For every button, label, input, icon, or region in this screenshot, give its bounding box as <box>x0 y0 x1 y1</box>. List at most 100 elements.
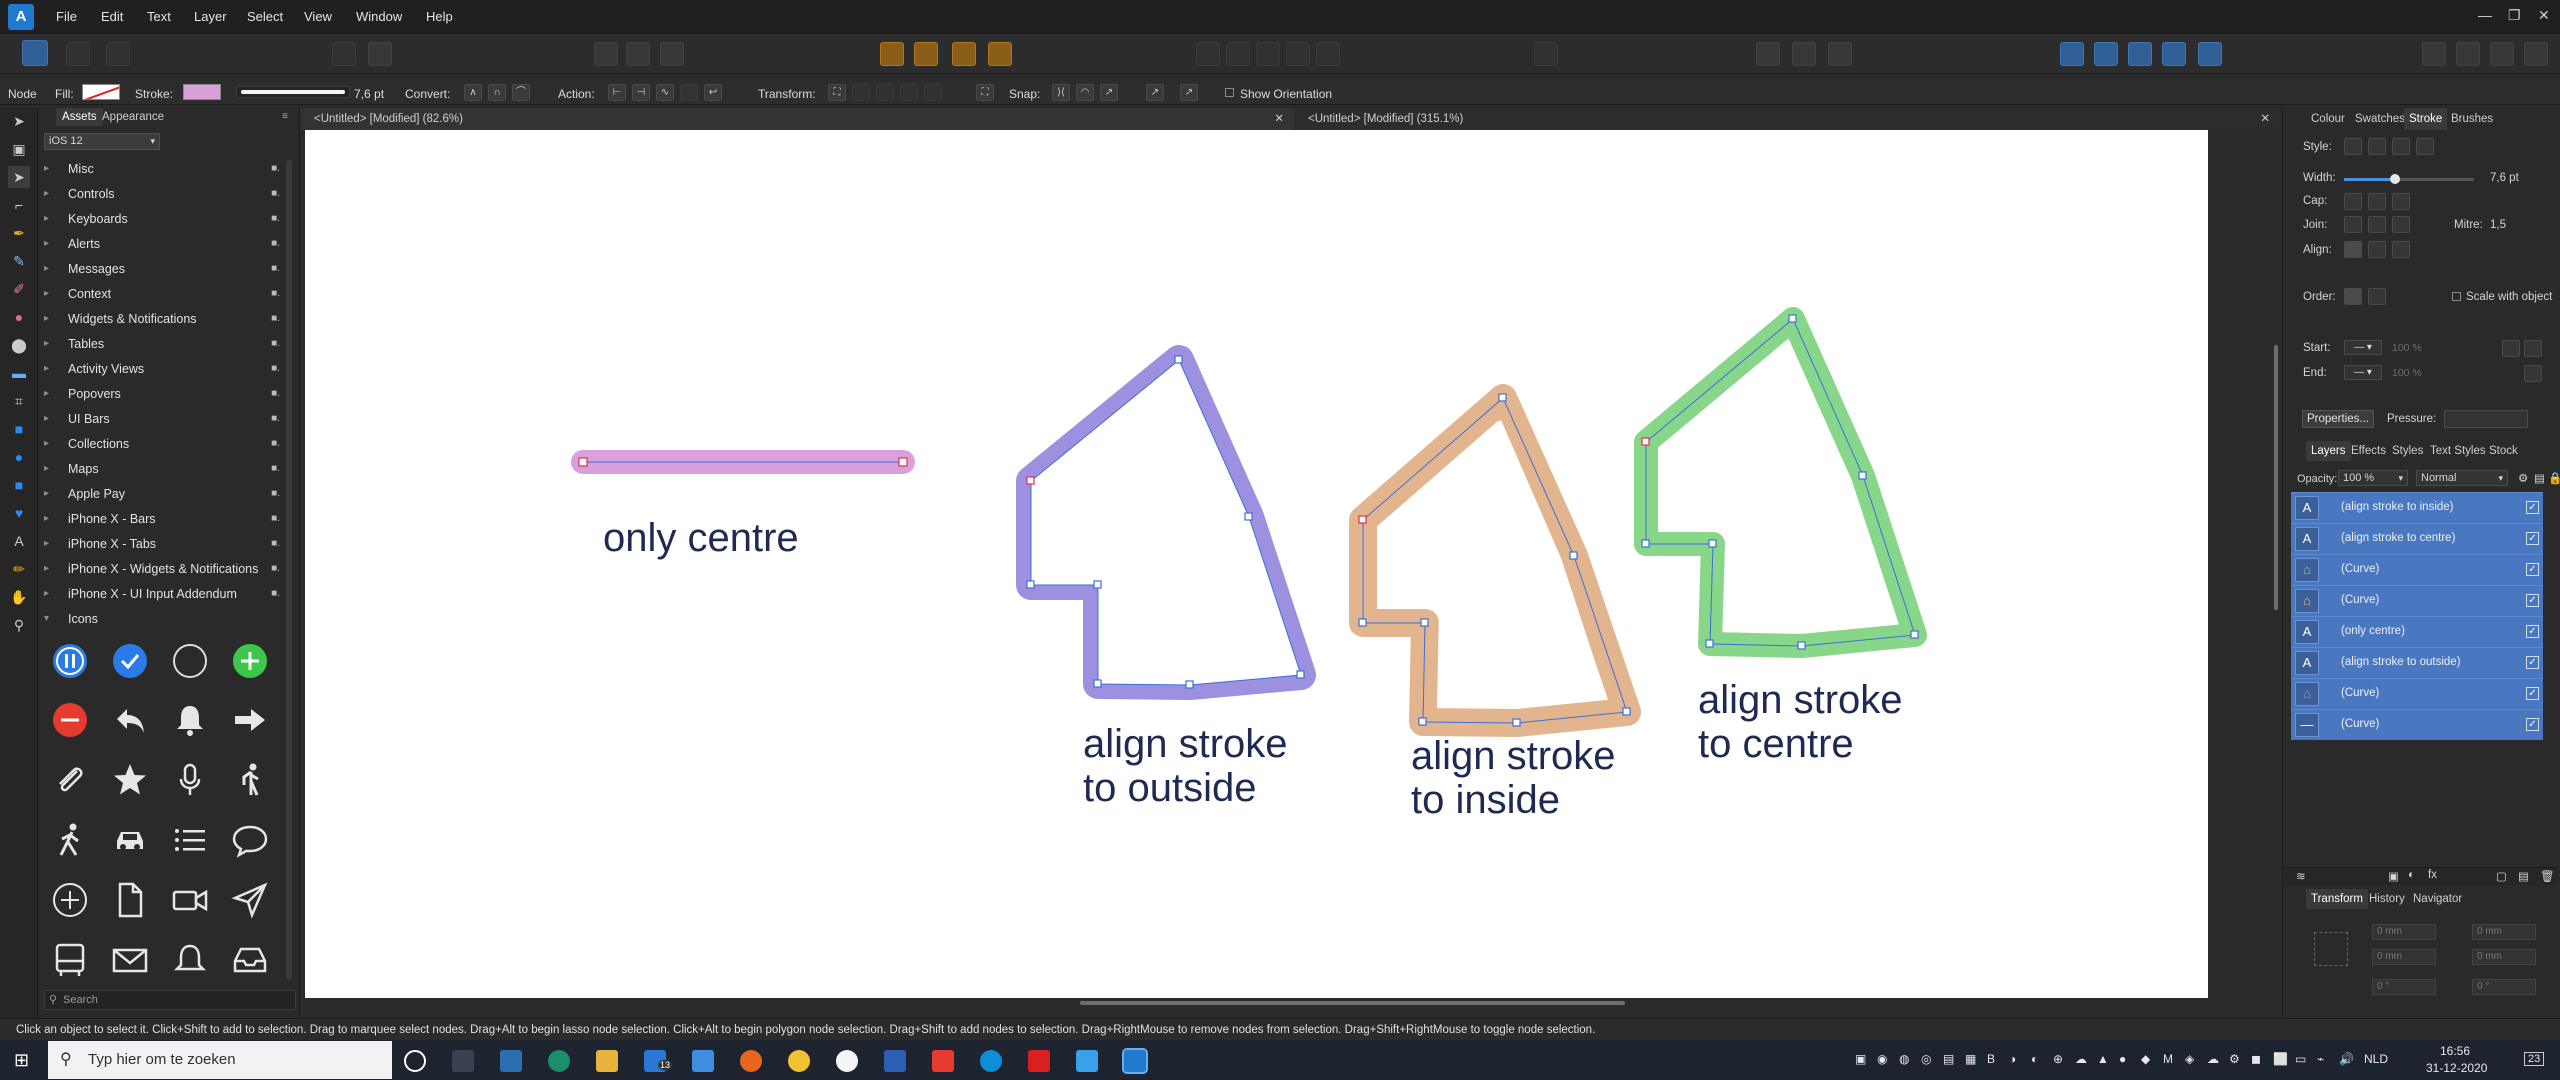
transform-5-icon[interactable] <box>924 84 942 101</box>
item-menu-icon[interactable]: ■. <box>271 232 280 256</box>
arrowhead-swap-icon[interactable] <box>2502 340 2520 357</box>
assets-search-input[interactable]: ⚲ Search <box>44 990 296 1010</box>
item-menu-icon[interactable]: ■. <box>271 382 280 406</box>
photos-icon[interactable] <box>1076 1050 1098 1072</box>
list-item[interactable]: ▸ iPhone X - Bars ■. <box>44 507 280 531</box>
pencil-tool-icon[interactable]: ✎ <box>8 250 30 272</box>
height-field[interactable]: 0 mm <box>2472 949 2536 965</box>
remove-circle-icon[interactable] <box>50 700 90 740</box>
tab-colour[interactable]: Colour <box>2306 108 2350 130</box>
app-logo[interactable]: A <box>8 4 34 30</box>
width-slider[interactable] <box>2344 174 2474 184</box>
list-item[interactable]: ▸ Collections ■. <box>44 432 280 456</box>
affinity-taskbar-icon[interactable] <box>1122 1048 1148 1074</box>
horizontal-scroll-thumb[interactable] <box>1080 1001 1625 1005</box>
tray-icon-11[interactable]: ☁ <box>2075 1052 2087 1066</box>
width-value[interactable]: 7,6 pt <box>2490 172 2519 184</box>
pdf-app-icon[interactable] <box>932 1050 954 1072</box>
guides-icon[interactable] <box>1792 42 1816 66</box>
video-camera-icon[interactable] <box>170 880 210 920</box>
bevel-join-icon[interactable] <box>2392 216 2410 233</box>
tab-layers[interactable]: Layers <box>2306 441 2351 461</box>
snap-2-icon[interactable]: ◠ <box>1076 84 1094 101</box>
close-tab-icon[interactable]: ✕ <box>2260 108 2270 130</box>
node-handle[interactable] <box>1358 618 1367 627</box>
node-handle[interactable] <box>1858 471 1867 480</box>
walking-person-icon[interactable] <box>50 820 90 860</box>
node-handle[interactable] <box>1641 539 1650 548</box>
tab-styles[interactable]: Styles <box>2387 441 2428 461</box>
snap-4-icon[interactable]: ↗ <box>1146 84 1164 101</box>
tray-icon-20[interactable]: ⬜ <box>2273 1052 2288 1066</box>
layer-visible-checkbox[interactable]: ✓ <box>2526 625 2539 638</box>
layer-visible-checkbox[interactable]: ✓ <box>2526 532 2539 545</box>
skype-icon[interactable] <box>980 1050 1002 1072</box>
tray-icon-18[interactable]: ⚙ <box>2229 1052 2240 1066</box>
layer-row[interactable]: ⌂ (Curve) ✓ <box>2291 554 2543 585</box>
restore-icon[interactable]: ❐ <box>2508 7 2521 24</box>
end-arrowhead-select[interactable]: — ▾ <box>2344 365 2382 380</box>
item-menu-icon[interactable]: ■. <box>271 282 280 306</box>
node-handle[interactable] <box>1641 437 1650 446</box>
item-menu-icon[interactable]: ■. <box>271 507 280 531</box>
node-handle[interactable] <box>1296 670 1305 679</box>
tray-icon-14[interactable]: ◆ <box>2141 1052 2150 1066</box>
node-handle[interactable] <box>1512 718 1521 727</box>
layer-visible-checkbox[interactable]: ✓ <box>2526 563 2539 576</box>
arrow-right-icon[interactable] <box>230 700 270 740</box>
node-handle[interactable] <box>1705 639 1714 648</box>
mail-app-icon[interactable]: 13 <box>644 1050 673 1072</box>
list-item[interactable]: ▸ Alerts ■. <box>44 232 280 256</box>
clock-time[interactable]: 16:56 <box>2440 1044 2470 1058</box>
layer-row[interactable]: ⌂ (Curve) ✓ <box>2291 678 2543 709</box>
smooth-curve-icon[interactable]: ∿ <box>656 84 674 101</box>
solid-line-icon[interactable] <box>2368 138 2386 155</box>
share-icon[interactable] <box>106 42 130 66</box>
mail-icon[interactable] <box>110 940 150 980</box>
node-handle[interactable] <box>1622 707 1631 716</box>
item-menu-icon[interactable]: ■. <box>271 407 280 431</box>
x-field[interactable]: 0 mm <box>2372 924 2436 940</box>
list-item[interactable]: ▸ Keyboards ■. <box>44 207 280 231</box>
stroke-behind-icon[interactable] <box>2344 288 2362 305</box>
anchor-point-icon[interactable] <box>2314 932 2348 966</box>
menu-help[interactable]: Help <box>426 9 453 24</box>
rounded-rectangle-tool-icon[interactable]: ■ <box>8 474 30 496</box>
layer-visible-checkbox[interactable]: ✓ <box>2526 594 2539 607</box>
snap-3-icon[interactable]: ↗ <box>1100 84 1118 101</box>
shear-field[interactable]: 0 ° <box>2472 979 2536 995</box>
ellipse-tool-icon[interactable]: ● <box>8 446 30 468</box>
wikipedia-icon[interactable] <box>836 1050 858 1072</box>
stroke-front-icon[interactable] <box>2368 288 2386 305</box>
network-icon[interactable]: ⌁ <box>2317 1052 2324 1066</box>
standing-person-icon[interactable] <box>230 760 270 800</box>
view-mode-icon[interactable] <box>2490 42 2514 66</box>
canvas-drawing[interactable] <box>305 130 2208 998</box>
align-outside-icon[interactable] <box>2392 241 2410 258</box>
pixel-persona-icon[interactable] <box>66 42 90 66</box>
scale-with-object-checkbox[interactable] <box>2452 292 2461 301</box>
document-icon[interactable] <box>110 880 150 920</box>
tray-icon-15[interactable]: M <box>2163 1052 2173 1066</box>
panel-menu-icon[interactable]: ≡ <box>282 111 288 122</box>
flip-icon[interactable] <box>1534 42 1558 66</box>
pause-circle-icon[interactable] <box>50 641 90 681</box>
artboard-tool-icon[interactable]: ▣ <box>8 138 30 160</box>
edge-icon[interactable] <box>548 1050 570 1072</box>
align-bottom-icon[interactable] <box>1316 42 1340 66</box>
opacity-field[interactable]: 100 % ▾ <box>2338 470 2408 486</box>
hand-tool-icon[interactable]: ✋ <box>8 586 30 608</box>
square-cap-icon[interactable] <box>2392 193 2410 210</box>
crop-tool-icon[interactable]: ⌗ <box>8 390 30 412</box>
align-inside-icon[interactable] <box>2344 241 2362 258</box>
tray-icon-10[interactable]: ⊕ <box>2053 1052 2063 1066</box>
node-tool-icon[interactable]: ➤ <box>8 166 30 188</box>
item-menu-icon[interactable]: ■. <box>271 157 280 181</box>
arrowhead-align-icon[interactable] <box>2524 340 2542 357</box>
tab-stock[interactable]: Stock <box>2484 441 2523 461</box>
snap-5-icon[interactable]: ↗ <box>1180 84 1198 101</box>
list-item[interactable]: ▸ Controls ■. <box>44 182 280 206</box>
toolbar-button-2[interactable] <box>368 42 392 66</box>
layer-row[interactable]: — (Curve) ✓ <box>2291 709 2543 740</box>
transform-4-icon[interactable] <box>900 84 918 101</box>
